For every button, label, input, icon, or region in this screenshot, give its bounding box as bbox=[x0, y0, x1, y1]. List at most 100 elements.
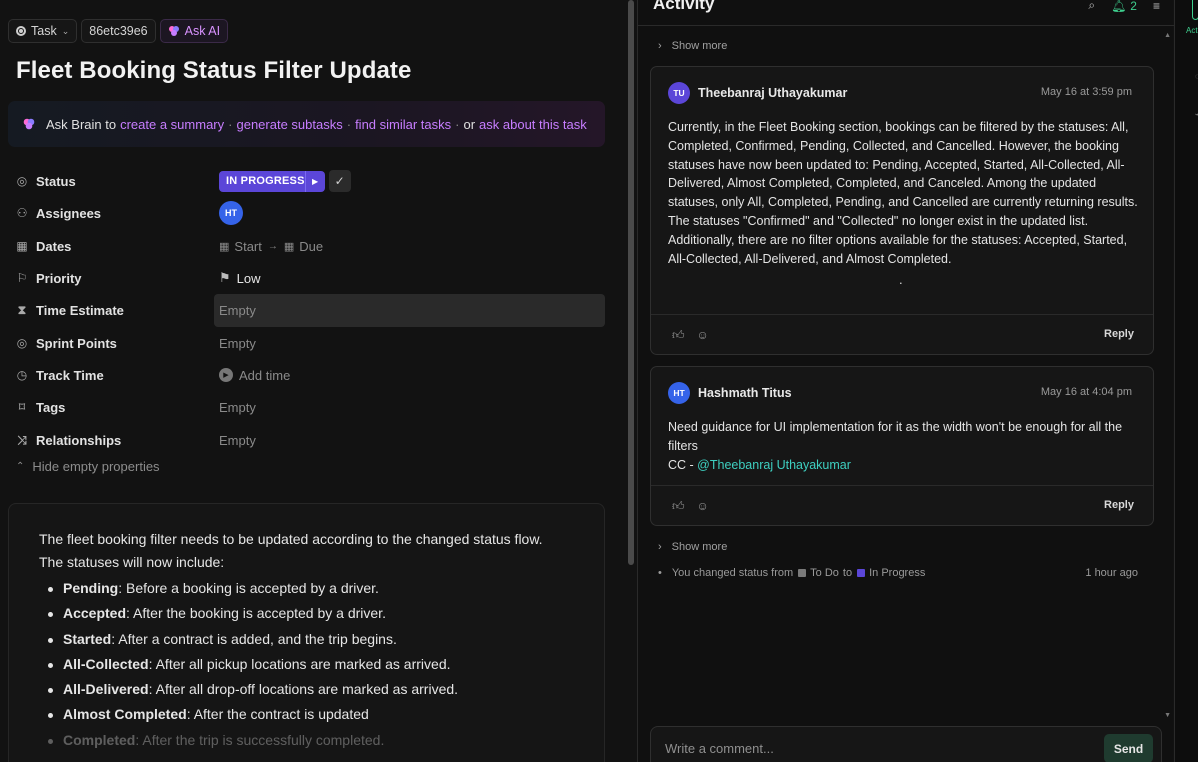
priority-label: Priority bbox=[36, 270, 82, 286]
list-item: All-Collected: After all pickup location… bbox=[39, 652, 574, 677]
show-more-bottom[interactable]: › Show more bbox=[658, 541, 727, 553]
status-to-word: to bbox=[842, 567, 853, 579]
task-description[interactable]: The fleet booking filter needs to be upd… bbox=[8, 503, 605, 762]
activity-header: Activity ⌕ 🔔︎ 2 ≡ bbox=[638, 0, 1174, 26]
comment-author[interactable]: Theebanraj Uthayakumar bbox=[698, 86, 847, 100]
thumbs-up-icon[interactable]: 👍︎ bbox=[672, 499, 685, 514]
reply-button[interactable]: Reply bbox=[1104, 328, 1134, 340]
calendar-icon: ▦ bbox=[16, 239, 28, 253]
start-date-button[interactable]: ▦ Start bbox=[219, 239, 262, 254]
tags-value[interactable]: Empty bbox=[219, 400, 256, 415]
task-type-dropdown[interactable]: Task ⌄ bbox=[8, 19, 78, 43]
comment-author[interactable]: Hashmath Titus bbox=[698, 386, 792, 400]
status-change-entry: • You changed status from To Do to In Pr… bbox=[658, 567, 1138, 579]
thumbs-up-icon[interactable]: 👍︎ bbox=[672, 328, 685, 343]
due-date-label: Due bbox=[299, 238, 324, 254]
hide-empty-toggle[interactable]: ⌃ Hide empty properties bbox=[16, 459, 160, 474]
ask-ai-label: Ask AI bbox=[184, 24, 221, 38]
add-time-button[interactable]: ▶ Add time bbox=[219, 368, 290, 383]
sprint-icon: ◎ bbox=[16, 336, 28, 350]
scroll-up-arrow[interactable]: ▲ bbox=[1164, 32, 1171, 39]
chevron-right-icon: › bbox=[658, 541, 662, 553]
comment-card: HT Hashmath Titus May 16 at 4:04 pm Need… bbox=[650, 366, 1154, 526]
complete-check-button[interactable]: ✓ bbox=[328, 170, 351, 192]
separator-dot: · bbox=[228, 116, 233, 132]
calendar-icon: ▦ bbox=[219, 240, 230, 253]
sprint-points-value[interactable]: Empty bbox=[219, 336, 256, 351]
status-button[interactable]: IN PROGRESS bbox=[219, 170, 312, 192]
status-icon: ◎ bbox=[16, 174, 28, 188]
comment-input[interactable] bbox=[665, 741, 1065, 756]
show-more-label: Show more bbox=[671, 40, 728, 52]
hourglass-icon: ⧗ bbox=[17, 303, 27, 317]
avatar[interactable]: HT bbox=[668, 382, 690, 404]
brain-prefix: Ask Brain to bbox=[46, 116, 117, 132]
right-sidebar: Acti ◌ ⌁ bbox=[1174, 0, 1198, 762]
mention-link[interactable]: @Theebanraj Uthayakumar bbox=[697, 458, 851, 472]
list-item: Started: After a contract is added, and … bbox=[39, 627, 574, 652]
bell-icon: 🔔︎ bbox=[1111, 0, 1127, 13]
track-time-label: Track Time bbox=[36, 367, 104, 383]
task-header-chips: Task ⌄ 86etc39e6 Ask AI bbox=[8, 19, 229, 43]
ask-brain-bar: Ask Brain to create a summary · generate… bbox=[8, 101, 605, 147]
separator-dot: · bbox=[346, 116, 352, 132]
next-status-button[interactable]: ▶ bbox=[304, 170, 325, 192]
comment-trailing: . bbox=[899, 272, 903, 287]
brain-link-ask[interactable]: ask about this task bbox=[479, 117, 587, 132]
list-item: Completed: After the trip is successfull… bbox=[39, 728, 574, 753]
dates-label: Dates bbox=[36, 238, 72, 254]
status-from: To Do bbox=[810, 567, 839, 579]
list-item: Almost Completed: After the contract is … bbox=[39, 702, 574, 727]
property-relationships: ⤨ Relationships Empty bbox=[0, 424, 626, 456]
property-tags: ⌑ Tags Empty bbox=[0, 391, 626, 423]
search-icon[interactable]: ⌕ bbox=[1088, 0, 1095, 13]
filter-icon[interactable]: ≡ bbox=[1153, 0, 1160, 13]
status-change-prefix: You changed status from bbox=[671, 567, 794, 579]
due-date-button[interactable]: ▦ Due bbox=[284, 239, 323, 254]
scroll-down-arrow[interactable]: ▼ bbox=[1164, 712, 1171, 719]
ask-ai-button[interactable]: Ask AI bbox=[159, 19, 229, 43]
property-assignees: ⚇ Assignees HT bbox=[0, 197, 626, 229]
add-reaction-icon[interactable]: ☺ bbox=[697, 499, 709, 514]
start-date-label: Start bbox=[234, 238, 262, 254]
time-estimate-value[interactable]: Empty bbox=[219, 303, 256, 318]
show-more-top[interactable]: › Show more bbox=[658, 40, 727, 52]
add-time-label: Add time bbox=[239, 367, 291, 383]
task-type-icon bbox=[16, 26, 26, 36]
brain-link-summary[interactable]: create a summary bbox=[120, 117, 224, 132]
timer-icon: ◷ bbox=[16, 368, 28, 382]
property-time-estimate: ⧗ Time Estimate Empty bbox=[0, 294, 626, 326]
relationship-icon: ⤨ bbox=[17, 433, 27, 447]
notification-count: 2 bbox=[1130, 0, 1137, 13]
left-scrollbar[interactable] bbox=[628, 0, 634, 565]
task-id-chip[interactable]: 86etc39e6 bbox=[81, 19, 156, 43]
comment-date[interactable]: May 16 at 4:04 pm bbox=[1041, 386, 1132, 398]
chevron-down-icon: ⌄ bbox=[61, 25, 70, 36]
relationships-value[interactable]: Empty bbox=[219, 433, 256, 448]
brain-link-similar[interactable]: find similar tasks bbox=[355, 117, 451, 132]
property-priority: ⚐ Priority ⚑ Low bbox=[0, 262, 626, 294]
sidebar-activity-label[interactable]: Acti bbox=[1186, 26, 1198, 35]
add-reaction-icon[interactable]: ☺ bbox=[697, 328, 709, 343]
comment-body: Need guidance for UI implementation for … bbox=[668, 418, 1140, 474]
priority-value-button[interactable]: ⚑ Low bbox=[219, 270, 261, 286]
play-icon: ▶ bbox=[219, 368, 233, 382]
sidebar-tab-activity-indicator[interactable] bbox=[1192, 0, 1198, 20]
avatar[interactable]: TU bbox=[668, 82, 690, 104]
flag-icon: ⚐ bbox=[16, 271, 28, 285]
send-button[interactable]: Send bbox=[1104, 734, 1153, 762]
assignee-avatar[interactable]: HT bbox=[219, 201, 243, 225]
tag-icon: ⌑ bbox=[18, 400, 26, 414]
task-type-label: Task bbox=[31, 24, 57, 38]
user-icon: ⚇ bbox=[16, 206, 28, 220]
brain-link-subtasks[interactable]: generate subtasks bbox=[236, 117, 342, 132]
reply-button[interactable]: Reply bbox=[1104, 499, 1134, 511]
task-title[interactable]: Fleet Booking Status Filter Update bbox=[16, 57, 411, 85]
comment-date[interactable]: May 16 at 3:59 pm bbox=[1041, 86, 1132, 98]
comment-footer: 👍︎ ☺ Reply bbox=[651, 314, 1153, 354]
status-change-time: 1 hour ago bbox=[1085, 567, 1138, 579]
list-item: All-Delivered: After all drop-off locati… bbox=[39, 677, 574, 702]
show-more-label: Show more bbox=[671, 541, 728, 553]
notifications-button[interactable]: 🔔︎ 2 bbox=[1111, 0, 1137, 13]
comment-cc: CC - @Theebanraj Uthayakumar bbox=[668, 457, 851, 472]
